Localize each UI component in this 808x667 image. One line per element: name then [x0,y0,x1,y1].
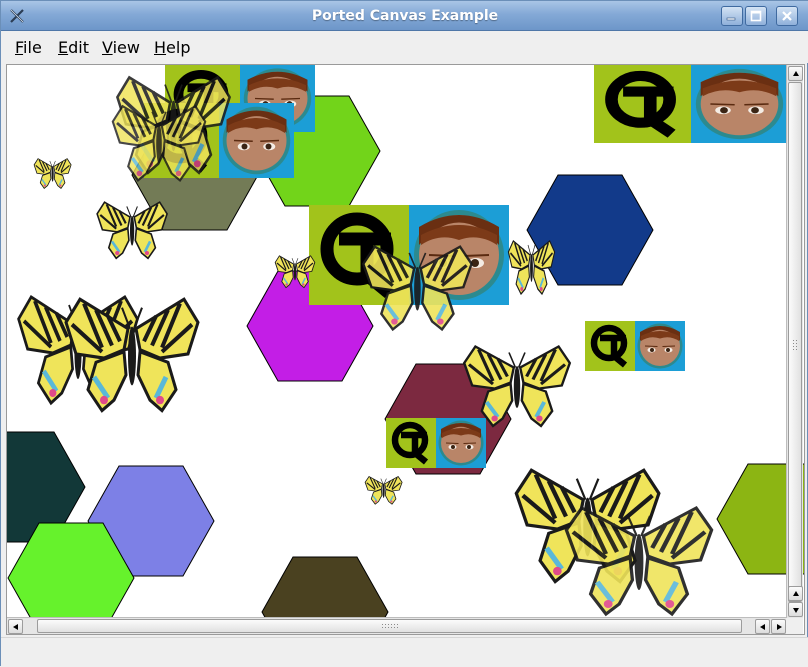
arrow-right-icon [777,624,782,630]
horizontal-scrollbar[interactable] [7,617,787,634]
menu-file[interactable]: File [15,38,42,57]
butterfly-sprite[interactable] [364,475,403,505]
menu-edit[interactable]: Edit [58,38,89,57]
close-icon [782,11,792,21]
arrow-left-icon [760,624,765,630]
scroll-up-button[interactable] [788,66,803,81]
menu-bar: File Edit View Help [1,31,808,63]
arrow-left-icon [13,624,18,630]
canvas-drawing[interactable] [7,65,805,635]
arrow-down-icon [793,608,799,613]
butterfly-sprite[interactable] [507,239,556,296]
butterfly-sprite[interactable] [95,200,169,260]
horizontal-scroll-thumb[interactable] [37,619,742,633]
scrollbar-corner [786,618,803,634]
title-bar[interactable]: Ported Canvas Example [1,1,808,31]
scroll-left-button[interactable] [8,619,23,634]
minimize-icon [726,17,736,21]
scroll-left-button-right[interactable] [755,619,770,634]
scroll-down-button[interactable] [788,602,803,617]
close-button[interactable] [776,6,798,26]
minimize-button[interactable] [721,6,743,26]
scroll-up-button-lower[interactable] [788,586,803,601]
application-window: Ported Canvas Example File Edit View Hel… [0,0,808,667]
status-bar [1,637,808,667]
grip-icon [792,339,799,351]
qt-logo-sprite[interactable] [585,321,685,371]
menu-help[interactable]: Help [154,38,190,57]
grip-icon [381,623,399,630]
qt-logo-sprite[interactable] [386,418,486,468]
canvas-view[interactable] [6,64,805,635]
qt-logo-sprite[interactable] [594,65,788,143]
scroll-right-button[interactable] [771,619,786,634]
menu-view[interactable]: View [102,38,140,57]
vertical-scroll-thumb[interactable] [788,82,802,602]
butterfly-sprite[interactable] [33,157,72,190]
maximize-button[interactable] [745,6,767,26]
window-title: Ported Canvas Example [311,8,499,24]
maximize-icon [750,10,762,22]
vertical-scrollbar[interactable] [786,65,803,618]
arrow-up-icon [793,71,799,76]
arrow-up-icon [793,591,799,596]
